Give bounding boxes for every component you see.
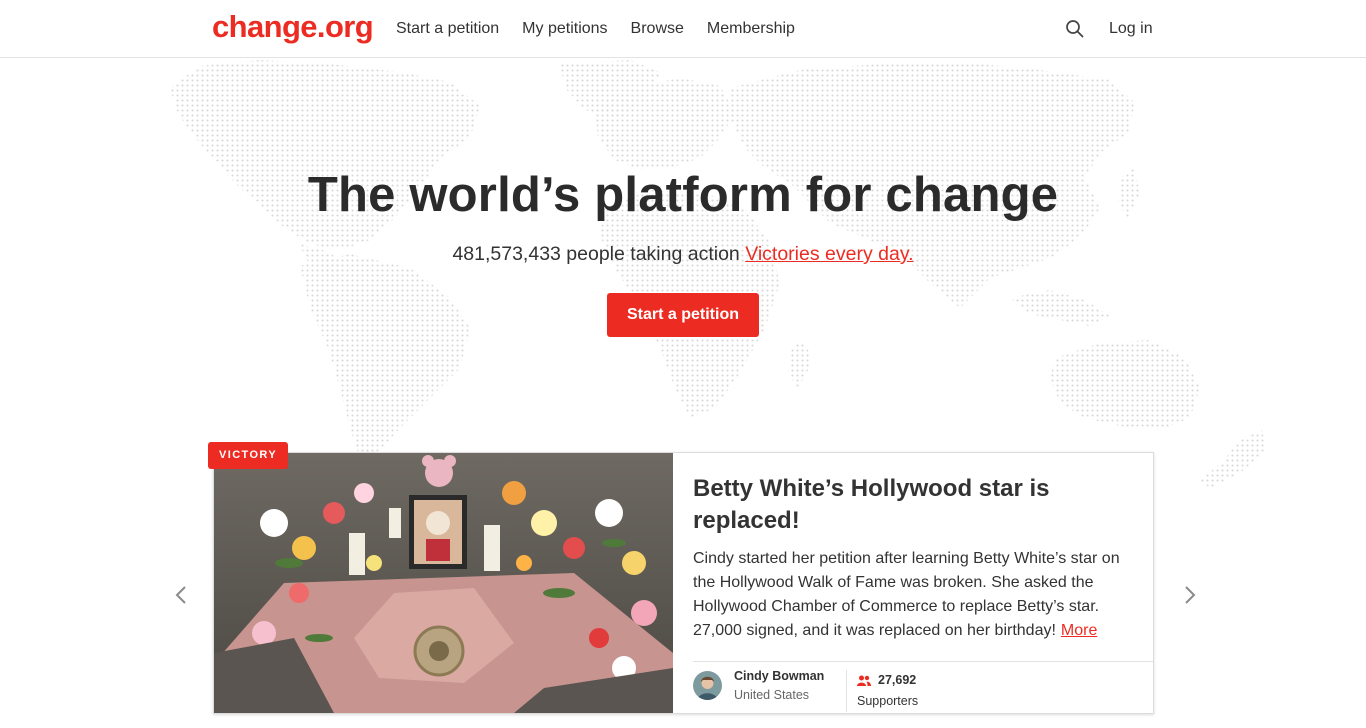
main-nav: Start a petition My petitions Browse Mem… — [396, 19, 818, 39]
search-icon[interactable] — [1065, 19, 1085, 39]
card-description: Cindy started her petition after learnin… — [693, 547, 1125, 643]
start-petition-button[interactable]: Start a petition — [607, 293, 759, 337]
world-map-background — [170, 60, 1266, 488]
supporters-count: 27,692 — [878, 673, 917, 687]
nav-start-petition[interactable]: Start a petition — [396, 19, 499, 39]
chevron-left-icon[interactable] — [172, 584, 192, 606]
supporters-label: Supporters — [857, 694, 919, 708]
more-link[interactable]: More — [1061, 622, 1097, 639]
hero-title: The world’s platform for change — [307, 168, 1059, 222]
nav-my-petitions[interactable]: My petitions — [522, 19, 607, 39]
author-name[interactable]: Cindy Bowman — [734, 669, 824, 683]
nav-membership[interactable]: Membership — [707, 19, 795, 39]
petition-photo — [214, 453, 673, 713]
site-header: change.org Start a petition My petitions… — [0, 0, 1366, 58]
people-count-text: 481,573,433 people taking action — [452, 243, 740, 265]
victory-badge: VICTORY — [208, 442, 289, 469]
nav-browse[interactable]: Browse — [631, 19, 684, 39]
card-title[interactable]: Betty White’s Hollywood star is replaced… — [693, 473, 1113, 537]
chevron-right-icon[interactable] — [1180, 584, 1200, 606]
hero-subtitle: 481,573,433 people taking action Victori… — [0, 242, 1366, 266]
author-location: United States — [734, 688, 810, 702]
divider — [846, 670, 847, 712]
avatar — [693, 671, 722, 700]
login-link[interactable]: Log in — [1109, 19, 1153, 39]
victories-link[interactable]: Victories every day. — [745, 243, 913, 265]
card-description-text: Cindy started her petition after learnin… — [693, 550, 1120, 639]
victory-card[interactable]: Betty White’s Hollywood star is replaced… — [213, 452, 1154, 714]
supporters-icon — [857, 675, 871, 686]
card-footer: Cindy Bowman United States 27,692 Suppor… — [693, 661, 1153, 713]
logo[interactable]: change.org — [212, 9, 374, 45]
